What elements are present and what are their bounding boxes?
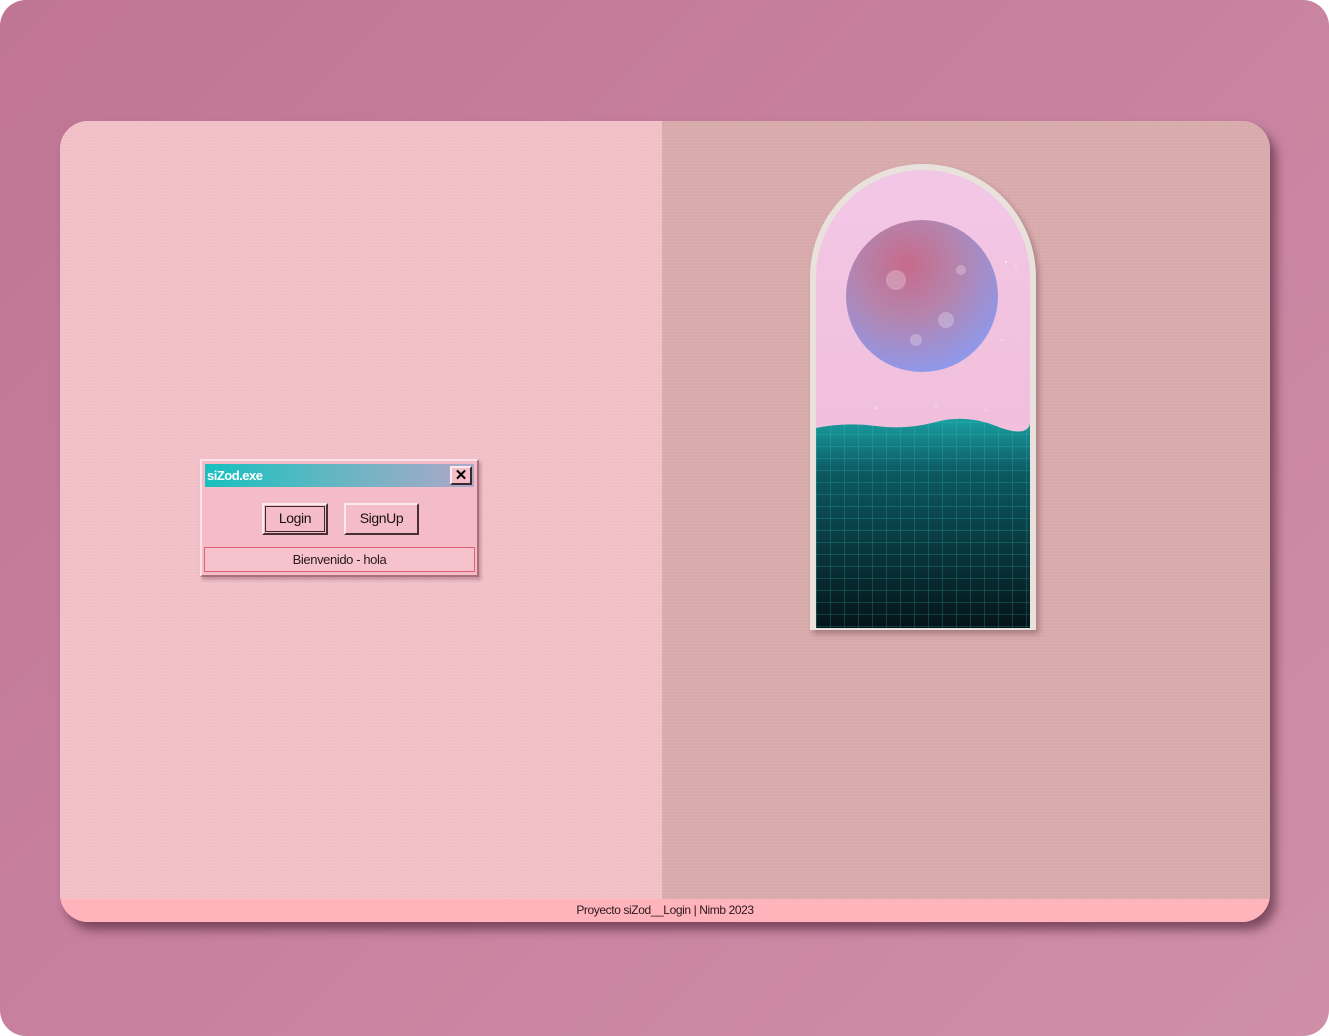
vaporwave-scene-image	[816, 170, 1030, 628]
scene-illustration	[816, 170, 1030, 628]
arch-window-frame	[810, 164, 1036, 630]
close-button[interactable]: ✕	[450, 466, 472, 485]
login-dialog-window: siZod.exe ✕ Login SignUp Bienvenido - ho…	[200, 459, 479, 577]
sea-grid	[816, 418, 1030, 628]
status-bar: Bienvenido - hola	[204, 547, 475, 572]
left-panel: siZod.exe ✕ Login SignUp Bienvenido - ho…	[60, 121, 662, 899]
close-icon: ✕	[454, 467, 468, 484]
dialog-titlebar[interactable]: siZod.exe ✕	[205, 464, 474, 487]
signup-button[interactable]: SignUp	[344, 503, 419, 535]
desktop-background: siZod.exe ✕ Login SignUp Bienvenido - ho…	[0, 0, 1329, 1036]
login-card: siZod.exe ✕ Login SignUp Bienvenido - ho…	[60, 121, 1270, 922]
footer: Proyecto siZod__Login | Nimb 2023	[60, 899, 1270, 922]
dialog-title: siZod.exe	[207, 468, 263, 483]
login-button[interactable]: Login	[262, 503, 328, 535]
moon-shape	[846, 220, 998, 372]
